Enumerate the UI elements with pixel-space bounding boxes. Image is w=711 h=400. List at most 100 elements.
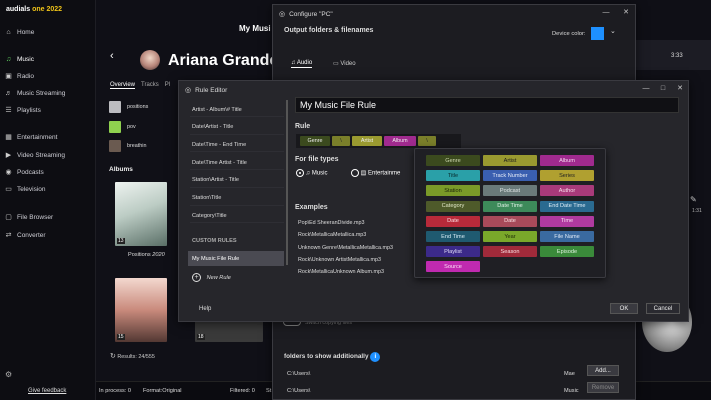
rule-list-item[interactable]: Artist - Album\# Title (190, 103, 284, 117)
sidebar-item-home[interactable]: ⌂ Home (4, 25, 92, 39)
plus-icon: + (192, 273, 201, 282)
maximize-icon[interactable]: □ (658, 84, 668, 94)
rule-list-item[interactable]: Station\Artist - Title (190, 174, 284, 188)
tag-category[interactable]: Category (426, 200, 480, 212)
app-logo: audials one 2022 (6, 6, 62, 13)
sidebar-item-label: Playlists (17, 106, 41, 114)
rule-chip[interactable]: \ (332, 136, 350, 146)
sidebar-item-label: Radio (17, 72, 34, 80)
settings-icon[interactable]: ⚙ (5, 370, 14, 379)
tag-end-time[interactable]: End Time (426, 231, 480, 242)
tag-genre[interactable]: Genre (426, 155, 480, 166)
sidebar-item-video-streaming[interactable]: ▶ Video Streaming (4, 148, 92, 162)
sidebar-item-converter[interactable]: ⇄ Converter (4, 228, 92, 242)
app-icon: ◎ (279, 11, 286, 18)
device-color-swatch[interactable] (591, 27, 604, 40)
tag-date[interactable]: Date (426, 215, 480, 227)
example-line: Rock\MetallicaMetallica.mp3 (298, 232, 367, 239)
tab-tracks[interactable]: Tracks (141, 82, 159, 89)
close-icon[interactable]: ✕ (621, 8, 631, 18)
info-icon[interactable]: i (370, 352, 381, 362)
sidebar: audials one 2022 ⌂ Home ♫ Music ▣ Radio ♬ Music… (0, 0, 96, 400)
sidebar-item-music-streaming[interactable]: ♬ Music Streaming (4, 86, 92, 100)
tag-podcast[interactable]: Podcast (483, 185, 537, 197)
minimize-icon[interactable]: — (601, 8, 611, 18)
sidebar-item-file-browser[interactable]: ▢ File Browser (4, 210, 92, 224)
radio-music[interactable]: ♫ Music (296, 169, 328, 177)
album-card[interactable]: 13 (115, 182, 167, 246)
tag-episode[interactable]: Episode (540, 246, 594, 258)
refresh-icon[interactable]: ↻ (110, 353, 116, 360)
sidebar-item-television[interactable]: ▭ Television (4, 182, 92, 196)
rule-list-item[interactable]: Date\Time - End Time (190, 138, 284, 153)
time-label: 1:31 (692, 208, 702, 214)
album-card[interactable]: 15 (115, 278, 167, 342)
output-section-title: Output folders & filenames (284, 27, 374, 34)
add-folder-button[interactable]: Add... (587, 365, 619, 376)
rule-list-item[interactable]: Category\Title (190, 209, 284, 224)
tag-date-time[interactable]: Date Time (483, 200, 537, 212)
tag-date[interactable]: Date (483, 215, 537, 227)
tab-overview[interactable]: Overview (110, 82, 136, 89)
folder-icon: ▢ (5, 214, 12, 221)
give-feedback-link[interactable]: Give feedback (28, 388, 66, 394)
rule-chip[interactable]: Album (384, 136, 416, 146)
track-row[interactable]: breathin (109, 139, 179, 153)
tag-file-name[interactable]: File Name (540, 231, 594, 242)
sidebar-item-music[interactable]: ♫ Music (4, 52, 92, 66)
tag-station[interactable]: Station (426, 185, 480, 197)
example-line: Unknown Genre\MetallicaMetallica.mp3 (298, 244, 393, 251)
tag-source[interactable]: Source (426, 261, 480, 273)
examples-label: Examples (295, 204, 328, 211)
tab-video[interactable]: ▭ Video (333, 60, 356, 67)
sidebar-item-radio[interactable]: ▣ Radio (4, 69, 92, 83)
rule-list-item[interactable]: Station\Title (190, 192, 284, 206)
tag-end-date-time[interactable]: End Date Time (540, 200, 594, 212)
rule-list-scrollbar[interactable] (286, 100, 288, 265)
cancel-button[interactable]: Cancel (646, 303, 680, 314)
back-icon[interactable]: ‹ (110, 50, 114, 62)
tag-season[interactable]: Season (483, 246, 537, 258)
new-rule-button[interactable]: + New Rule (192, 273, 231, 282)
rule-chip[interactable]: \ (418, 136, 436, 146)
convert-icon: ⇄ (5, 232, 12, 239)
help-button[interactable]: Help (199, 306, 211, 312)
tag-author[interactable]: Author (540, 185, 594, 197)
tag-track-number[interactable]: Track Number (483, 170, 537, 182)
track-thumb (109, 140, 121, 152)
minimize-icon[interactable]: — (641, 84, 651, 94)
track-duration: 3:33 (671, 53, 683, 59)
tab-audio[interactable]: ♫ Audio (291, 60, 313, 68)
music-note-icon: ♫ (305, 170, 311, 177)
tag-year[interactable]: Year (483, 231, 537, 242)
tag-playlist[interactable]: Playlist (426, 246, 480, 258)
tab-playlists[interactable]: Pl (165, 82, 170, 89)
sidebar-item-label: Video Streaming (17, 151, 65, 159)
tag-title[interactable]: Title (426, 170, 480, 182)
tag-album[interactable]: Album (540, 155, 594, 166)
edit-icon[interactable]: ✎ (690, 195, 697, 204)
ok-button[interactable]: OK (610, 303, 638, 314)
stream-icon: ♬ (5, 89, 12, 97)
sidebar-item-podcasts[interactable]: ◉ Podcasts (4, 165, 92, 179)
sidebar-item-playlists[interactable]: ☰ Playlists (4, 103, 92, 117)
tag-series[interactable]: Series (540, 170, 594, 182)
rule-chip[interactable]: Genre (300, 136, 330, 146)
album-track-count: 15 (117, 334, 125, 340)
tag-artist[interactable]: Artist (483, 155, 537, 166)
tag-time[interactable]: Time (540, 215, 594, 227)
track-row[interactable]: positions (109, 100, 179, 114)
chevron-down-icon[interactable]: ⌄ (610, 27, 616, 35)
rule-list-item[interactable]: Date\Time Artist - Title (190, 156, 284, 171)
radio-entertainment[interactable]: ▤ Entertainme (351, 169, 400, 177)
home-icon: ⌂ (6, 28, 11, 36)
rule-list-item[interactable]: Date\Artist - Title (190, 121, 284, 135)
sidebar-item-label: Music (17, 55, 34, 63)
close-icon[interactable]: ✕ (675, 84, 685, 94)
remove-folder-button[interactable]: Remove (587, 382, 619, 393)
rule-chip[interactable]: Artist (352, 136, 382, 146)
tag-picker-popup (414, 148, 606, 278)
track-title: pov (127, 124, 136, 130)
track-row[interactable]: pov (109, 120, 179, 134)
sidebar-item-entertainment[interactable]: ▦ Entertainment (4, 130, 92, 144)
